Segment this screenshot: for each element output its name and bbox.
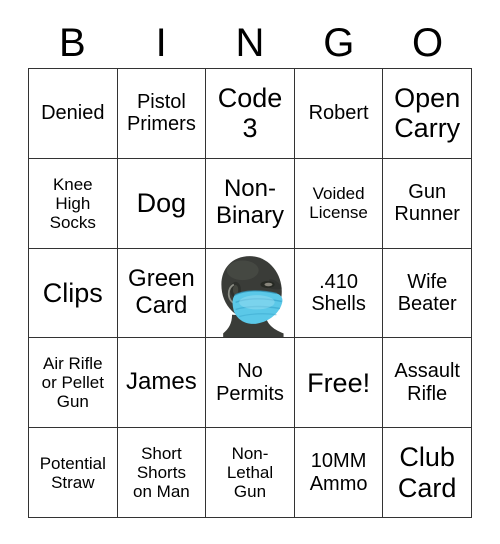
bingo-cell-label: Potential Straw [39, 453, 106, 492]
bingo-cell-label: 10MM Ammo [309, 450, 368, 495]
bingo-cell-label: Open Carry [394, 83, 461, 144]
bingo-cell-label: Short Shorts on Man [133, 444, 190, 502]
bingo-cell-2-4[interactable]: Wife Beater [383, 248, 472, 339]
bingo-cell-0-1[interactable]: Pistol Primers [117, 69, 207, 159]
bingo-cell-3-2[interactable]: No Permits [206, 338, 295, 429]
bingo-cell-label: James [126, 368, 197, 396]
bingo-cell-label: Voided License [309, 184, 368, 223]
bingo-cell-image-2-2[interactable] [206, 248, 295, 339]
bingo-cell-4-2[interactable]: Non- Lethal Gun [206, 428, 295, 518]
bingo-cell-label: No Permits [216, 360, 284, 405]
masked-mannequin-head-photo [206, 248, 294, 338]
bingo-cell-label: Non- Binary [215, 175, 284, 230]
bingo-cell-2-3[interactable]: .410 Shells [294, 248, 384, 339]
bingo-cell-4-0[interactable]: Potential Straw [29, 428, 118, 518]
bingo-cell-label: Clips [42, 277, 103, 308]
bingo-cell-label: Free! [307, 367, 371, 398]
bingo-cell-label: .410 Shells [311, 270, 366, 315]
bingo-cell-label: Wife Beater [397, 270, 457, 315]
bingo-cell-3-4[interactable]: Assault Rifle [383, 338, 472, 429]
bingo-cell-label: Assault Rifle [394, 360, 460, 405]
bingo-header-letter-i: I [155, 21, 167, 65]
bingo-cell-label: Non- Lethal Gun [226, 444, 274, 502]
bingo-cell-0-4[interactable]: Open Carry [383, 69, 472, 159]
bingo-cell-label: Green Card [128, 265, 195, 319]
bingo-grid: Denied Pistol Primers Code 3 Robert Open Car… [28, 68, 472, 518]
bingo-cell-0-2[interactable]: Code 3 [206, 69, 295, 159]
bingo-header: BINGO [28, 18, 472, 68]
bingo-cell-4-1[interactable]: Short Shorts on Man [117, 428, 207, 518]
bingo-header-letter-b: B [59, 21, 86, 65]
bingo-cell-0-3[interactable]: Robert [294, 69, 384, 159]
bingo-cell-4-3[interactable]: 10MM Ammo [294, 428, 384, 518]
bingo-cell-label: Code 3 [217, 83, 283, 144]
bingo-cell-label: Club Card [397, 442, 457, 503]
bingo-cell-3-1[interactable]: James [117, 338, 207, 429]
bingo-cell-4-4[interactable]: Club Card [383, 428, 472, 518]
bingo-header-letter-g: G [323, 21, 355, 65]
bingo-cell-2-1[interactable]: Green Card [117, 248, 207, 339]
bingo-cell-1-1[interactable]: Dog [117, 158, 207, 249]
bingo-cell-1-3[interactable]: Voided License [294, 158, 384, 249]
bingo-cell-1-2[interactable]: Non- Binary [206, 158, 295, 249]
bingo-cell-0-0[interactable]: Denied [29, 69, 118, 159]
bingo-cell-label: Air Rifle or Pellet Gun [41, 354, 104, 412]
bingo-header-letter-o: O [412, 21, 444, 65]
bingo-cell-label: Denied [41, 102, 105, 125]
bingo-header-letter-n: N [235, 21, 265, 65]
bingo-cell-label: Pistol Primers [126, 91, 196, 136]
bingo-cell-label: Robert [308, 102, 369, 125]
bingo-cell-label: Knee High Socks [49, 174, 96, 232]
bingo-cell-label: Dog [136, 188, 187, 219]
bingo-cell-label: Gun Runner [394, 180, 460, 226]
bingo-cell-1-4[interactable]: Gun Runner [383, 158, 472, 249]
bingo-cell-3-3[interactable]: Free! [294, 338, 384, 429]
bingo-cell-3-0[interactable]: Air Rifle or Pellet Gun [29, 338, 118, 429]
bingo-cell-1-0[interactable]: Knee High Socks [29, 158, 118, 249]
bingo-cell-2-0[interactable]: Clips [29, 248, 118, 339]
bingo-card: B I N G O Denied Pistol Primers Code 3 Robert Op… [0, 0, 500, 544]
